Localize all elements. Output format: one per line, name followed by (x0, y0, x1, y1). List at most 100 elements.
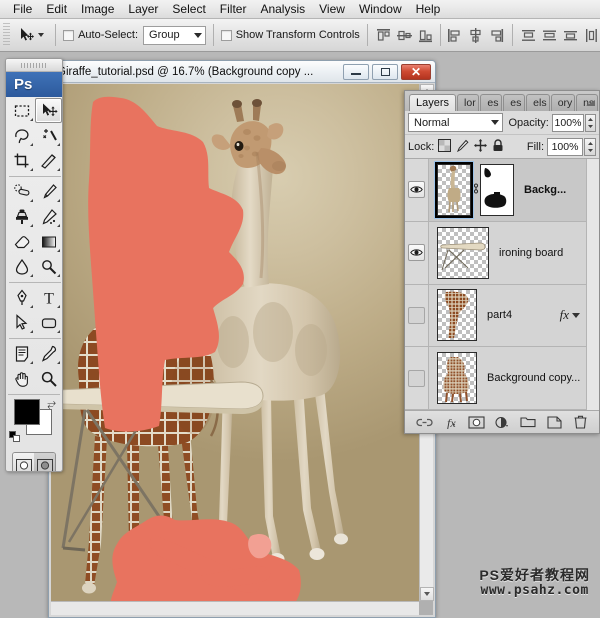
add-layer-style-button[interactable]: fx (441, 414, 459, 430)
layer-visibility-toggle[interactable] (408, 369, 425, 387)
layers-list-scrollbar[interactable] (586, 159, 599, 410)
layer-thumbnail[interactable] (437, 352, 477, 405)
layer-thumbnail[interactable] (435, 161, 473, 218)
tool-eyedropper[interactable] (35, 341, 62, 366)
align-horizontal-centers-icon[interactable] (467, 27, 484, 44)
tool-lasso[interactable] (8, 123, 35, 148)
new-adjustment-layer-button[interactable] (493, 414, 511, 430)
tool-horizontal-type[interactable]: T (35, 285, 62, 310)
menu-analysis[interactable]: Analysis (253, 0, 312, 18)
tool-eraser[interactable] (8, 229, 35, 254)
tool-pen[interactable] (8, 285, 35, 310)
layer-visibility-cell[interactable] (405, 284, 429, 347)
options-bar-grip[interactable] (3, 23, 11, 47)
scroll-down-button[interactable] (420, 587, 434, 601)
distribute-bottom-edges-icon[interactable] (562, 27, 579, 44)
layer-row-ironing-board[interactable]: ironing board (405, 221, 586, 285)
tool-hand[interactable] (8, 366, 35, 391)
minimize-button[interactable] (343, 63, 369, 80)
tool-move[interactable] (35, 98, 62, 123)
layer-mask-thumbnail[interactable] (480, 163, 514, 216)
menu-window[interactable]: Window (352, 0, 409, 18)
add-layer-mask-button[interactable] (467, 414, 485, 430)
menu-select[interactable]: Select (165, 0, 212, 18)
show-transform-controls-option[interactable]: Show Transform Controls (220, 29, 360, 41)
tool-dodge[interactable] (35, 254, 62, 279)
layer-thumbnail[interactable] (437, 289, 477, 342)
tool-clone-stamp[interactable] (8, 204, 35, 229)
lock-position-icon[interactable] (474, 138, 488, 155)
layer-visibility-cell[interactable] (405, 347, 429, 409)
tab-paths[interactable]: es (503, 94, 526, 111)
auto-select-checkbox[interactable] (63, 29, 75, 41)
opacity-input[interactable]: 100% (551, 113, 585, 132)
layer-name[interactable]: Backg... (524, 184, 586, 196)
distribute-left-edges-icon[interactable] (583, 27, 600, 44)
align-left-edges-icon[interactable] (446, 27, 463, 44)
lock-all-icon[interactable] (492, 138, 504, 155)
layer-row-background[interactable]: Backg... (405, 159, 586, 222)
delete-layer-button[interactable] (571, 414, 589, 430)
new-layer-button[interactable] (545, 414, 563, 430)
tool-slice[interactable] (35, 148, 62, 173)
current-tool-preview[interactable] (14, 25, 48, 46)
tool-gradient[interactable] (35, 229, 62, 254)
layer-visibility-toggle[interactable] (408, 181, 425, 199)
menu-layer[interactable]: Layer (121, 0, 165, 18)
layer-row-background-copy[interactable]: Background copy... (405, 347, 586, 410)
show-transform-controls-checkbox[interactable] (220, 29, 232, 41)
layer-visibility-toggle[interactable] (408, 306, 425, 324)
align-right-edges-icon[interactable] (488, 27, 505, 44)
lock-transparent-pixels-icon[interactable] (438, 138, 452, 155)
tab-styles[interactable]: es (480, 94, 503, 111)
distribute-top-edges-icon[interactable] (520, 27, 537, 44)
opacity-stepper[interactable] (585, 113, 596, 132)
swap-colors-icon[interactable]: ⥂ (47, 398, 56, 411)
distribute-vertical-centers-icon[interactable] (541, 27, 558, 44)
default-colors-icon[interactable] (9, 431, 21, 443)
tab-layers[interactable]: Layers ✕ (409, 94, 457, 111)
layer-effects-chevron-down-icon[interactable] (572, 312, 580, 318)
layer-name[interactable]: Background copy... (487, 372, 586, 384)
layer-effects-fx-icon[interactable]: fx (560, 307, 569, 323)
tool-blur[interactable] (8, 254, 35, 279)
menu-filter[interactable]: Filter (213, 0, 254, 18)
canvas-horizontal-scrollbar[interactable] (51, 601, 419, 615)
maximize-button[interactable] (372, 63, 398, 80)
tab-color[interactable]: lor (457, 94, 480, 111)
close-button[interactable]: ✕ (401, 63, 431, 80)
toolbox-collapse-bar[interactable] (6, 59, 62, 72)
tool-rectangle-shape[interactable] (35, 310, 62, 335)
quick-mask-mode-button[interactable] (34, 453, 55, 471)
new-group-button[interactable] (519, 414, 537, 430)
tool-spot-healing-brush[interactable] (8, 179, 35, 204)
foreground-color-swatch[interactable] (14, 399, 40, 425)
align-bottom-edges-icon[interactable] (417, 27, 434, 44)
layer-visibility-cell[interactable] (405, 221, 429, 284)
tool-brush[interactable] (35, 179, 62, 204)
menu-file[interactable]: File (6, 0, 39, 18)
align-top-edges-icon[interactable] (375, 27, 392, 44)
layer-name[interactable]: part4 (487, 309, 560, 321)
align-vertical-centers-icon[interactable] (396, 27, 413, 44)
document-title-bar[interactable]: Giraffe_tutorial.psd @ 16.7% (Background… (49, 61, 435, 83)
quick-mask-toggle[interactable] (12, 452, 56, 471)
auto-select-target-dropdown[interactable]: Group (143, 25, 206, 45)
tool-zoom[interactable] (35, 366, 62, 391)
layer-name[interactable]: ironing board (499, 247, 586, 259)
standard-mode-button[interactable] (13, 453, 34, 471)
layer-thumbnail[interactable] (437, 226, 489, 279)
tool-crop[interactable] (8, 148, 35, 173)
tool-preset-chevron-down-icon[interactable] (38, 33, 45, 37)
fill-input[interactable]: 100% (547, 137, 583, 156)
auto-select-option[interactable]: Auto-Select: (63, 29, 138, 41)
panel-menu-button[interactable] (583, 96, 597, 110)
close-tab-icon[interactable]: ✕ (454, 98, 455, 109)
mask-link-icon[interactable] (471, 183, 480, 197)
tool-notes[interactable] (8, 341, 35, 366)
layer-visibility-cell[interactable] (405, 159, 429, 221)
tool-path-selection[interactable] (8, 310, 35, 335)
menu-image[interactable]: Image (74, 0, 121, 18)
tab-channels[interactable]: els (526, 94, 550, 111)
menu-view[interactable]: View (312, 0, 352, 18)
